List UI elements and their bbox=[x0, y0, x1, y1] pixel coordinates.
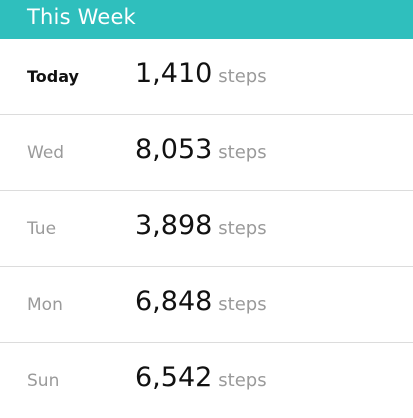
day-row-today[interactable]: Today 1,410 steps bbox=[0, 39, 413, 115]
step-unit: steps bbox=[218, 370, 267, 391]
step-unit: steps bbox=[218, 142, 267, 163]
step-count: 8,053 steps bbox=[135, 134, 267, 165]
week-title: This Week bbox=[27, 5, 136, 29]
day-row-mon[interactable]: Mon 6,848 steps bbox=[0, 267, 413, 343]
step-unit: steps bbox=[218, 66, 267, 87]
day-label: Today bbox=[27, 67, 79, 86]
step-value: 3,898 bbox=[135, 210, 213, 241]
step-value: 6,542 bbox=[135, 362, 213, 393]
day-row-tue[interactable]: Tue 3,898 steps bbox=[0, 191, 413, 267]
step-value: 8,053 bbox=[135, 134, 213, 165]
day-label: Sun bbox=[27, 371, 60, 391]
step-count: 6,848 steps bbox=[135, 286, 267, 317]
week-header: This Week bbox=[0, 0, 413, 39]
daily-steps-list: Today 1,410 steps Wed 8,053 steps Tue 3,89… bbox=[0, 39, 413, 418]
day-label: Mon bbox=[27, 295, 63, 315]
day-row-wed[interactable]: Wed 8,053 steps bbox=[0, 115, 413, 191]
step-count: 1,410 steps bbox=[135, 58, 267, 89]
step-unit: steps bbox=[218, 294, 267, 315]
step-unit: steps bbox=[218, 218, 267, 239]
step-value: 1,410 bbox=[135, 58, 213, 89]
day-label: Tue bbox=[27, 219, 57, 239]
step-count: 6,542 steps bbox=[135, 362, 267, 393]
step-count: 3,898 steps bbox=[135, 210, 267, 241]
step-value: 6,848 bbox=[135, 286, 213, 317]
day-label: Wed bbox=[27, 143, 65, 163]
